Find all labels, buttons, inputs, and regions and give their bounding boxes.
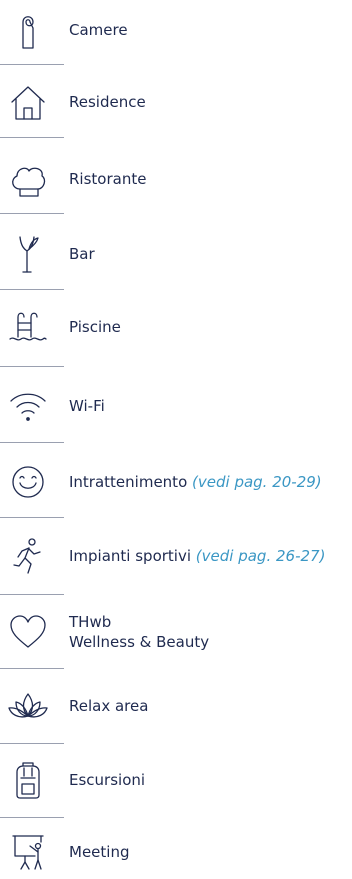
divider	[0, 442, 64, 443]
lotus-icon	[8, 686, 48, 726]
item-label: Meeting	[69, 843, 130, 861]
list-item: Bar	[0, 234, 352, 274]
item-label: Camere	[69, 21, 128, 39]
heart-icon	[8, 612, 48, 652]
item-label: THwb Wellness & Beauty	[69, 612, 209, 652]
item-title: THwb	[69, 613, 112, 631]
divider	[0, 64, 64, 65]
door-hanger-icon	[8, 10, 48, 50]
list-item: THwb Wellness & Beauty	[0, 612, 352, 652]
list-item: Camere	[0, 10, 352, 50]
list-item: Piscine	[0, 307, 352, 347]
presentation-board-icon	[8, 832, 48, 872]
item-title: Impianti sportivi	[69, 547, 192, 565]
backpack-icon	[8, 760, 48, 800]
item-label: Impianti sportivi (vedi pag. 26-27)	[69, 546, 325, 566]
pool-ladder-icon	[8, 307, 48, 347]
divider	[0, 817, 64, 818]
list-item: Escursioni	[0, 760, 352, 800]
list-item: Ristorante	[0, 159, 352, 199]
wifi-icon	[8, 386, 48, 426]
divider	[0, 743, 64, 744]
item-label: Wi-Fi	[69, 397, 105, 415]
chef-hat-icon	[8, 159, 48, 199]
item-label: Escursioni	[69, 771, 146, 789]
divider	[0, 517, 64, 518]
list-item: Intrattenimento (vedi pag. 20-29)	[0, 462, 352, 502]
list-item: Meeting	[0, 832, 352, 872]
list-item: Wi-Fi	[0, 386, 352, 426]
item-label: Bar	[69, 245, 95, 263]
house-icon	[8, 82, 48, 122]
smiley-icon	[8, 462, 48, 502]
list-item: Residence	[0, 82, 352, 122]
item-label: Piscine	[69, 318, 121, 336]
divider	[0, 289, 64, 290]
list-item: Impianti sportivi (vedi pag. 26-27)	[0, 536, 352, 576]
page-reference: (vedi pag. 26-27)	[195, 547, 326, 565]
item-label: Ristorante	[69, 170, 147, 188]
divider	[0, 366, 64, 367]
item-subtitle: Wellness & Beauty	[69, 633, 210, 651]
cocktail-glass-icon	[8, 234, 48, 274]
divider	[0, 594, 64, 595]
page-reference: (vedi pag. 20-29)	[192, 473, 322, 491]
list-item: Relax area	[0, 686, 352, 726]
divider	[0, 137, 64, 138]
runner-icon	[8, 536, 48, 576]
item-label: Residence	[69, 93, 146, 111]
item-title: Intrattenimento	[69, 473, 188, 491]
divider	[0, 213, 64, 214]
item-label: Relax area	[69, 697, 149, 715]
divider	[0, 668, 64, 669]
item-label: Intrattenimento (vedi pag. 20-29)	[69, 472, 322, 492]
